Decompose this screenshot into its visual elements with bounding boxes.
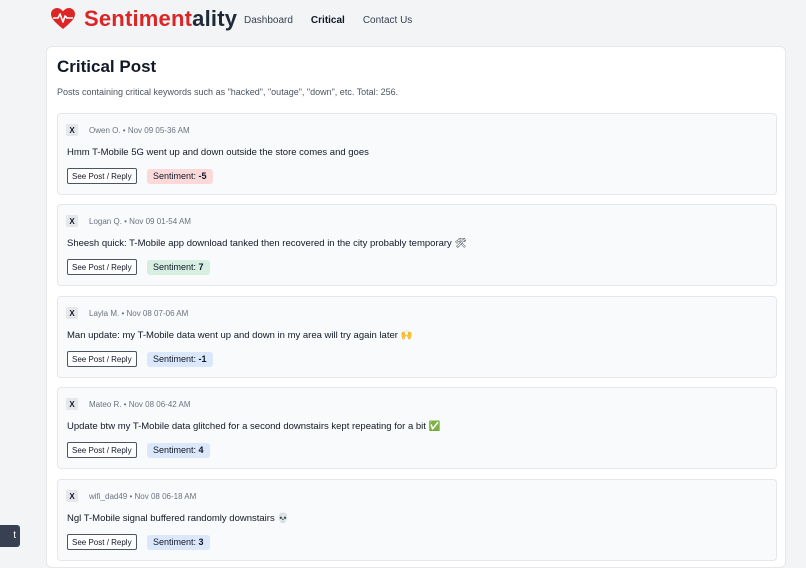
sentiment-label: Sentiment:: [153, 262, 199, 272]
post-header: X wifi_dad49 • Nov 08 06-18 AM: [66, 490, 196, 502]
page-description: Posts containing critical keywords such …: [57, 87, 399, 97]
see-post-reply-button[interactable]: See Post / Reply: [67, 442, 137, 458]
post-text: Ngl T-Mobile signal buffered randomly do…: [67, 513, 290, 524]
critical-posts-panel: Critical Post Posts containing critical …: [46, 46, 786, 568]
sentiment-value: 4: [198, 445, 204, 455]
sentiment-badge: Sentiment: 4: [147, 443, 210, 458]
x-platform-icon: X: [66, 124, 78, 136]
sentiment-label: Sentiment:: [153, 354, 199, 364]
brand-name-part2: ality: [192, 6, 238, 31]
sentiment-value: -1: [198, 354, 207, 364]
sentiment-label: Sentiment:: [153, 171, 199, 181]
post-text: Hmm T-Mobile 5G went up and down outside…: [67, 147, 369, 158]
post-meta: Logan Q. • Nov 09 01-54 AM: [89, 216, 191, 226]
post-card: X Layla M. • Nov 08 07-06 AM Man update:…: [57, 296, 777, 378]
sentiment-badge: Sentiment: -1: [147, 352, 213, 367]
post-text: Man update: my T-Mobile data went up and…: [67, 330, 413, 341]
nav-critical[interactable]: Critical: [311, 15, 345, 26]
see-post-reply-button[interactable]: See Post / Reply: [67, 351, 137, 367]
see-post-reply-button[interactable]: See Post / Reply: [67, 168, 137, 184]
post-card: X Logan Q. • Nov 09 01-54 AM Sheesh quic…: [57, 204, 777, 286]
heart-pulse-icon: [51, 8, 75, 29]
post-text: Sheesh quick: T-Mobile app download tank…: [67, 238, 467, 249]
top-navbar: Sentimentality Dashboard Critical Contac…: [0, 0, 806, 44]
sentiment-badge: Sentiment: 7: [147, 260, 210, 275]
x-platform-icon: X: [66, 490, 78, 502]
x-platform-icon: X: [66, 215, 78, 227]
sentiment-badge: Sentiment: 3: [147, 535, 210, 550]
brand-logo[interactable]: Sentimentality: [50, 6, 237, 32]
post-header: X Owen O. • Nov 09 05-36 AM: [66, 124, 190, 136]
nav-dashboard[interactable]: Dashboard: [244, 15, 293, 26]
x-platform-icon: X: [66, 398, 78, 410]
sentiment-label: Sentiment:: [153, 445, 199, 455]
post-meta: Layla M. • Nov 08 07-06 AM: [89, 308, 189, 318]
sentiment-value: 3: [198, 537, 204, 547]
post-header: X Logan Q. • Nov 09 01-54 AM: [66, 215, 191, 227]
sentiment-value: 7: [198, 262, 204, 272]
see-post-reply-button[interactable]: See Post / Reply: [67, 534, 137, 550]
post-card: X Owen O. • Nov 09 05-36 AM Hmm T-Mobile…: [57, 113, 777, 195]
post-card: X Mateo R. • Nov 08 06-42 AM Update btw …: [57, 387, 777, 469]
sentiment-label: Sentiment:: [153, 537, 199, 547]
post-text: Update btw my T-Mobile data glitched for…: [67, 421, 441, 432]
sentiment-badge: Sentiment: -5: [147, 169, 213, 184]
nav-contact-us[interactable]: Contact Us: [363, 15, 412, 26]
post-card: X wifi_dad49 • Nov 08 06-18 AM Ngl T-Mob…: [57, 479, 777, 561]
post-meta: Mateo R. • Nov 08 06-42 AM: [89, 399, 191, 409]
x-platform-icon: X: [66, 307, 78, 319]
main-nav: Dashboard Critical Contact Us: [244, 15, 430, 26]
post-header: X Layla M. • Nov 08 07-06 AM: [66, 307, 188, 319]
brand-name: Sentimentality: [84, 6, 237, 32]
post-header: X Mateo R. • Nov 08 06-42 AM: [66, 398, 191, 410]
post-meta: Owen O. • Nov 09 05-36 AM: [89, 125, 190, 135]
page-title: Critical Post: [57, 57, 157, 76]
floating-tab[interactable]: t: [0, 525, 20, 547]
see-post-reply-button[interactable]: See Post / Reply: [67, 259, 137, 275]
brand-name-part1: Sentiment: [84, 6, 193, 31]
sentiment-value: -5: [198, 171, 207, 181]
post-meta: wifi_dad49 • Nov 08 06-18 AM: [89, 491, 197, 501]
